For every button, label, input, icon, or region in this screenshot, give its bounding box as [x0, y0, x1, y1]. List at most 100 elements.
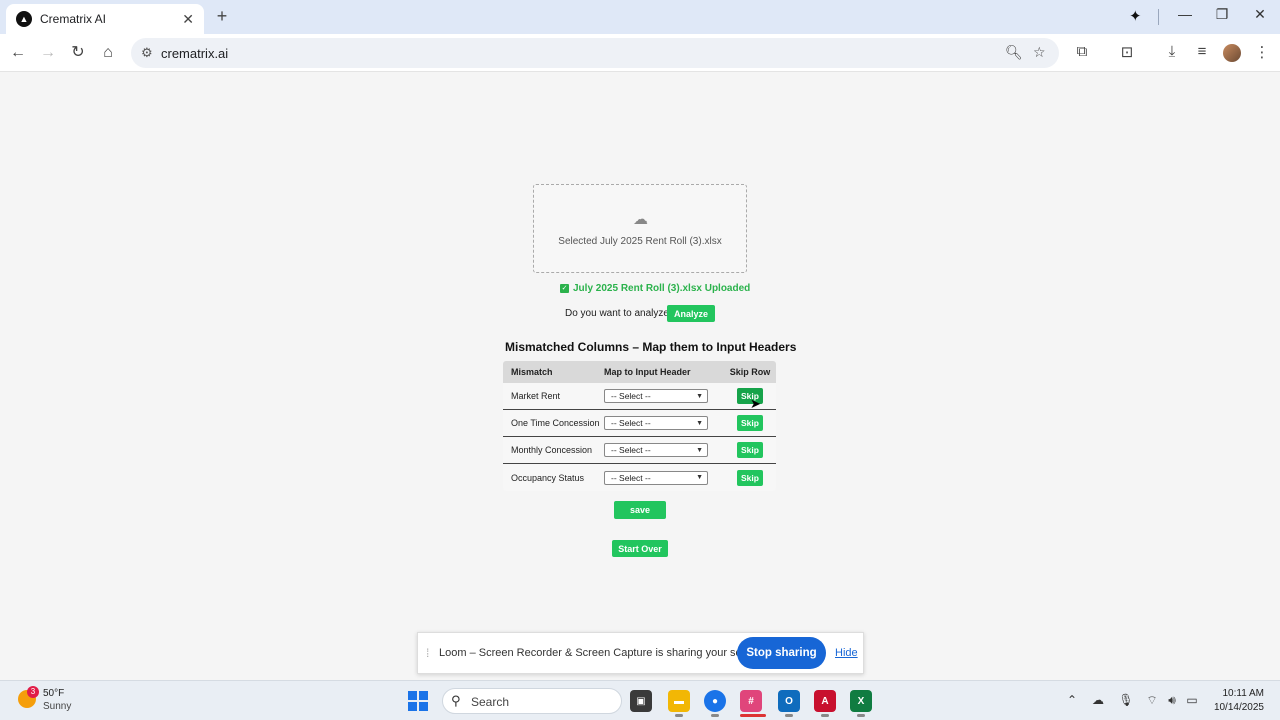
analyze-button[interactable]: Analyze	[667, 305, 715, 322]
reload-icon[interactable]: ↻	[68, 43, 88, 63]
app-running-indicator	[675, 714, 683, 717]
clock-time[interactable]: 10:11 AM	[1212, 688, 1264, 699]
tab-title: Crematrix AI	[40, 12, 107, 26]
dropzone-text: Selected July 2025 Rent Roll (3).xlsx	[558, 236, 722, 247]
hide-link[interactable]: Hide	[835, 647, 858, 659]
loom-sharing-bar: ⁞ Loom – Screen Recorder & Screen Captur…	[417, 632, 864, 674]
volume-icon[interactable]: 🔊︎	[1164, 693, 1180, 708]
table-row: Monthly Concession -- Select -- ▼ Skip	[503, 437, 776, 464]
chevron-down-icon: ▼	[696, 419, 703, 427]
url-text: crematrix.ai	[161, 46, 229, 61]
app-running-indicator	[857, 714, 865, 717]
select-value: -- Select --	[611, 472, 651, 483]
mismatch-label: Occupancy Status	[511, 472, 585, 483]
site-info-icon[interactable]: ⚙	[141, 45, 153, 61]
mismatch-label: One Time Concession	[511, 418, 600, 428]
wifi-icon[interactable]: ⌔	[1144, 693, 1160, 708]
file-explorer-icon[interactable]: ▬	[668, 690, 690, 712]
weather-temperature[interactable]: 50°F	[43, 688, 64, 699]
microphone-icon[interactable]: 🎙︎	[1118, 693, 1134, 707]
header-mismatch: Mismatch	[511, 367, 553, 377]
save-button[interactable]: save	[614, 501, 666, 519]
minimize-icon[interactable]: —	[1173, 6, 1197, 22]
download-icon[interactable]: ⤓	[1161, 43, 1183, 60]
gemini-sparkle-icon[interactable]: ✦	[1129, 7, 1142, 25]
map-select[interactable]: -- Select -- ▼	[604, 416, 708, 430]
extensions-icon[interactable]: ⧉	[1071, 43, 1093, 60]
windows-taskbar: 3 50°F Sunny ⚲ Search ▣ ▬ ● # O A X ⌃ ☁ …	[0, 680, 1280, 720]
new-tab-icon[interactable]: +	[212, 6, 232, 26]
tray-chevron-up-icon[interactable]: ⌃	[1064, 693, 1080, 707]
excel-icon[interactable]: X	[850, 690, 872, 712]
start-over-button[interactable]: Start Over	[612, 540, 668, 557]
file-dropzone[interactable]: ☁ Selected July 2025 Rent Roll (3).xlsx	[533, 184, 747, 273]
select-value: -- Select --	[611, 418, 651, 428]
mismatch-label: Market Rent	[511, 391, 561, 401]
select-value: -- Select --	[611, 445, 651, 455]
home-icon[interactable]: ⌂	[98, 43, 118, 63]
select-value: -- Select --	[611, 391, 651, 401]
mismatch-label: Monthly Concession	[511, 445, 593, 455]
address-bar[interactable]: ⚙ crematrix.ai 🔍︎ ☆	[131, 38, 1059, 68]
taskbar-search[interactable]: ⚲ Search	[442, 688, 622, 714]
close-window-icon[interactable]: ✕	[1248, 6, 1272, 23]
onedrive-icon[interactable]: ☁	[1090, 693, 1106, 707]
media-control-icon[interactable]: ≡	[1191, 43, 1213, 60]
battery-icon[interactable]: ▭	[1184, 693, 1200, 707]
chevron-down-icon: ▼	[696, 474, 703, 481]
upload-status-text: July 2025 Rent Roll (3).xlsx Uploaded	[573, 283, 751, 294]
outlook-icon[interactable]: O	[778, 690, 800, 712]
table-row: One Time Concession -- Select -- ▼ Skip	[503, 410, 776, 437]
zoom-icon[interactable]: 🔍︎	[1005, 44, 1023, 61]
crematrix-favicon-icon: ▲	[16, 11, 32, 27]
table-header: Mismatch Map to Input Header Skip Row	[503, 361, 776, 383]
chrome-icon[interactable]: ●	[704, 690, 726, 712]
profile-avatar[interactable]	[1223, 44, 1241, 62]
clock-date[interactable]: 10/14/2025	[1205, 702, 1264, 713]
acrobat-icon[interactable]: A	[814, 690, 836, 712]
tab-crematrix[interactable]: ▲ Crematrix AI ✕	[6, 4, 204, 34]
map-select[interactable]: -- Select -- ▼	[604, 443, 708, 457]
forward-icon[interactable]: →	[38, 43, 58, 63]
stop-sharing-button[interactable]: Stop sharing	[737, 637, 826, 669]
mapping-table: Mismatch Map to Input Header Skip Row Ma…	[503, 361, 776, 491]
windows-start-icon[interactable]	[408, 691, 428, 711]
upload-status: ✓ July 2025 Rent Roll (3).xlsx Uploaded	[560, 283, 750, 294]
header-map: Map to Input Header	[604, 367, 691, 377]
cloud-upload-icon: ☁	[633, 211, 648, 228]
chevron-down-icon: ▼	[696, 392, 703, 400]
weather-badge: 3	[27, 686, 39, 698]
map-select[interactable]: -- Select -- ▼	[604, 470, 708, 485]
tab-search-icon[interactable]: ⊡	[1116, 43, 1138, 61]
app-active-indicator	[740, 714, 766, 717]
table-row: Market Rent -- Select -- ▼ Skip	[503, 383, 776, 410]
tabstrip-divider	[1158, 9, 1159, 25]
app-running-indicator	[785, 714, 793, 717]
skip-button[interactable]: Skip	[737, 415, 763, 431]
weather-condition[interactable]: Sunny	[43, 701, 71, 712]
loom-message: Loom – Screen Recorder & Screen Capture …	[439, 647, 767, 659]
chevron-down-icon: ▼	[696, 446, 703, 454]
drag-handle-icon[interactable]: ⁞	[426, 646, 429, 660]
mapping-title: Mismatched Columns – Map them to Input H…	[505, 340, 797, 354]
map-select[interactable]: -- Select -- ▼	[604, 389, 708, 403]
browser-toolbar: ← → ↻ ⌂ ⚙ crematrix.ai 🔍︎ ☆ ⧉ ⊡ ⤓ ≡ ⋮	[0, 34, 1280, 72]
search-label: Search	[471, 695, 510, 709]
bookmark-star-icon[interactable]: ☆	[1033, 44, 1046, 61]
restore-icon[interactable]: ❐	[1210, 6, 1234, 23]
table-row: Occupancy Status -- Select -- ▼ Skip	[503, 464, 776, 491]
analyze-question: Do you want to analyze?	[565, 308, 675, 319]
header-skip: Skip Row	[729, 367, 771, 377]
task-view-icon[interactable]: ▣	[630, 690, 652, 712]
menu-kebab-icon[interactable]: ⋮	[1251, 43, 1273, 61]
search-icon: ⚲	[451, 693, 461, 708]
tab-strip: ▲ Crematrix AI ✕ + ✦ — ❐ ✕	[0, 0, 1280, 34]
mouse-cursor-icon: ➤	[750, 396, 761, 411]
slack-icon[interactable]: #	[740, 690, 762, 712]
check-icon: ✓	[560, 284, 569, 293]
skip-button[interactable]: Skip	[737, 442, 763, 458]
close-tab-icon[interactable]: ✕	[182, 11, 194, 28]
skip-button[interactable]: Skip	[737, 469, 763, 486]
back-icon[interactable]: ←	[8, 43, 28, 63]
app-running-indicator	[821, 714, 829, 717]
